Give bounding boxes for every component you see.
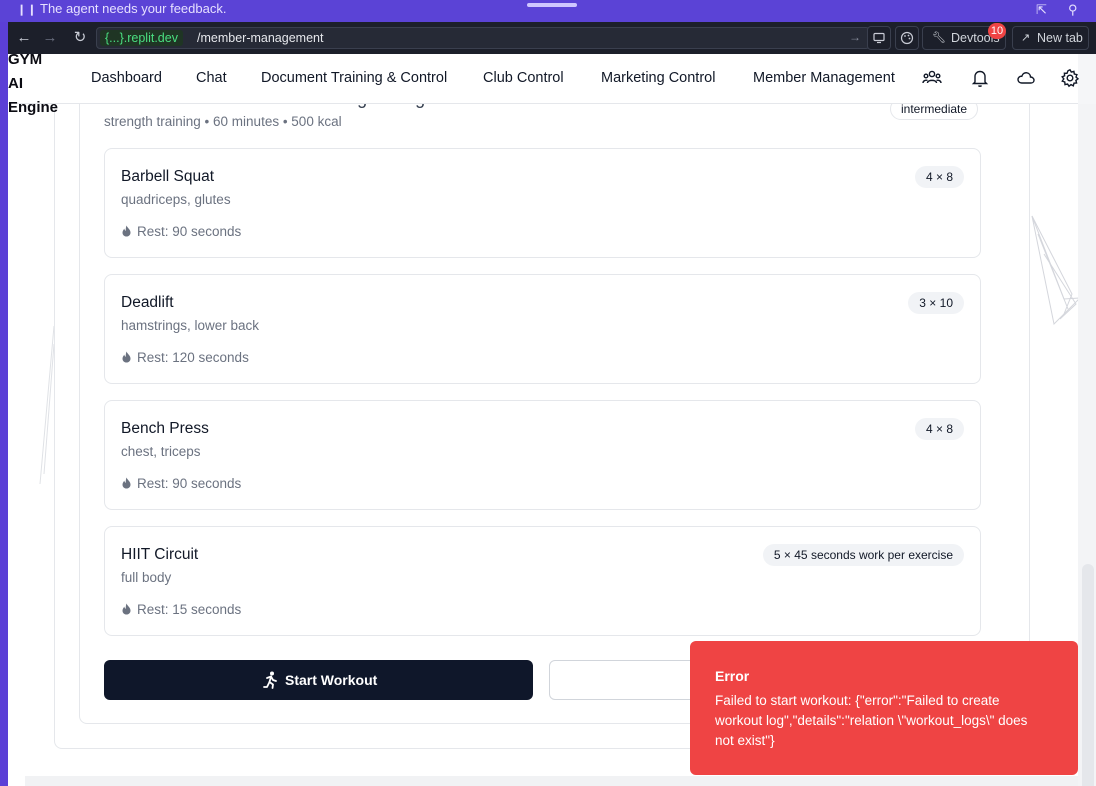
sets-badge: 4 × 8 <box>914 418 964 440</box>
expand-icon[interactable]: ⇱ <box>1036 2 1047 18</box>
new-tab-button[interactable]: ↗ New tab <box>1012 26 1089 50</box>
flame-icon <box>122 351 131 363</box>
exercise-muscles: chest, triceps <box>121 444 201 459</box>
exercise-name: Deadlift <box>121 294 174 311</box>
sets-badge: 3 × 10 <box>908 292 964 314</box>
nav-member-management[interactable]: Member Management <box>753 70 895 86</box>
page-footer-strip <box>25 776 1078 786</box>
exercise-name: Barbell Squat <box>121 168 215 185</box>
flame-icon <box>122 477 131 489</box>
toast-title: Error <box>715 668 750 684</box>
sets-badge: 5 × 45 seconds work per exercise <box>762 544 964 566</box>
external-link-icon: ↗ <box>1021 32 1031 44</box>
devtools-badge: 10 <box>988 23 1006 39</box>
monitor-icon <box>873 32 885 44</box>
forward-icon[interactable]: → <box>41 29 59 47</box>
users-icon[interactable] <box>922 68 942 88</box>
exercise-rest-text: Rest: 120 seconds <box>137 350 249 365</box>
logo-line: Engine <box>8 99 59 116</box>
start-workout-button[interactable]: Start Workout <box>104 660 533 700</box>
new-tab-label: New tab <box>1037 31 1083 45</box>
theme-button[interactable] <box>895 26 919 50</box>
exercise-name: HIIT Circuit <box>121 546 199 563</box>
reload-icon[interactable]: ↻ <box>71 29 89 47</box>
start-workout-label: Start Workout <box>285 672 378 688</box>
exercise-rest: Rest: 15 seconds <box>121 602 241 617</box>
exercise-rest: Rest: 120 seconds <box>121 350 249 365</box>
sets-badge: 4 × 8 <box>914 166 964 188</box>
exercise-card: Bench Press chest, triceps Rest: 90 seco… <box>104 400 981 510</box>
exercise-muscles: full body <box>121 570 172 585</box>
gear-icon[interactable] <box>1060 68 1080 88</box>
browser-toolbar: ← → ↻ {...}.replit.dev /member-managemen… <box>8 22 1096 54</box>
go-icon[interactable]: → <box>849 30 861 44</box>
device-preview-button[interactable] <box>867 26 891 50</box>
exercise-rest-text: Rest: 90 seconds <box>137 224 242 239</box>
exercise-rest-text: Rest: 90 seconds <box>137 476 242 491</box>
nav-dashboard[interactable]: Dashboard <box>91 70 162 86</box>
address-bar[interactable]: {...}.replit.dev /member-management → <box>96 27 870 49</box>
nav-document-training[interactable]: Document Training & Control <box>261 70 447 86</box>
nav-marketing-control[interactable]: Marketing Control <box>601 70 715 86</box>
exercise-rest: Rest: 90 seconds <box>121 224 241 239</box>
app-logo[interactable]: GYM AI Engine <box>8 54 58 120</box>
exercise-card: Barbell Squat quadriceps, glutes Rest: 9… <box>104 148 981 258</box>
exercise-card: Deadlift hamstrings, lower back Rest: 12… <box>104 274 981 384</box>
running-person-icon <box>263 671 277 689</box>
scrollbar-track[interactable] <box>1078 104 1096 786</box>
agent-message: The agent needs your feedback. <box>40 1 227 16</box>
exercise-muscles: hamstrings, lower back <box>121 318 260 333</box>
agent-feedback-bar: ❙❙ The agent needs your feedback. ⇱ ⚲ <box>0 0 1096 22</box>
app-header: GYM AI Engine Dashboard Chat Document Tr… <box>8 54 1080 116</box>
nav-club-control[interactable]: Club Control <box>483 70 564 86</box>
flame-icon <box>122 603 131 615</box>
cloud-icon[interactable] <box>1016 68 1036 88</box>
logo-line: AI <box>8 75 23 92</box>
url-host: {...}.replit.dev <box>100 30 183 46</box>
exercise-rest-text: Rest: 15 seconds <box>137 602 242 617</box>
scrollbar-thumb[interactable] <box>1082 564 1094 786</box>
error-toast[interactable]: Error Failed to start workout: {"error":… <box>690 641 1078 775</box>
palette-icon <box>900 31 914 45</box>
pin-icon[interactable]: ⚲ <box>1068 2 1078 18</box>
wrench-icon: 🔧︎ <box>932 32 946 44</box>
pause-icon[interactable]: ❙❙ <box>17 3 37 16</box>
nav-chat[interactable]: Chat <box>196 70 227 86</box>
url-path: /member-management <box>197 31 324 45</box>
program-meta: strength training • 60 minutes • 500 kca… <box>104 114 342 129</box>
flame-icon <box>122 225 131 237</box>
exercise-card: HIIT Circuit full body Rest: 15 seconds … <box>104 526 981 636</box>
back-icon[interactable]: ← <box>15 29 33 47</box>
toast-message: Failed to start workout: {"error":"Faile… <box>715 693 1028 748</box>
exercise-muscles: quadriceps, glutes <box>121 192 231 207</box>
bell-icon[interactable] <box>970 68 990 88</box>
exercise-rest: Rest: 90 seconds <box>121 476 241 491</box>
logo-line: GYM <box>8 54 43 68</box>
drag-handle[interactable] <box>527 3 577 7</box>
exercise-name: Bench Press <box>121 420 209 437</box>
